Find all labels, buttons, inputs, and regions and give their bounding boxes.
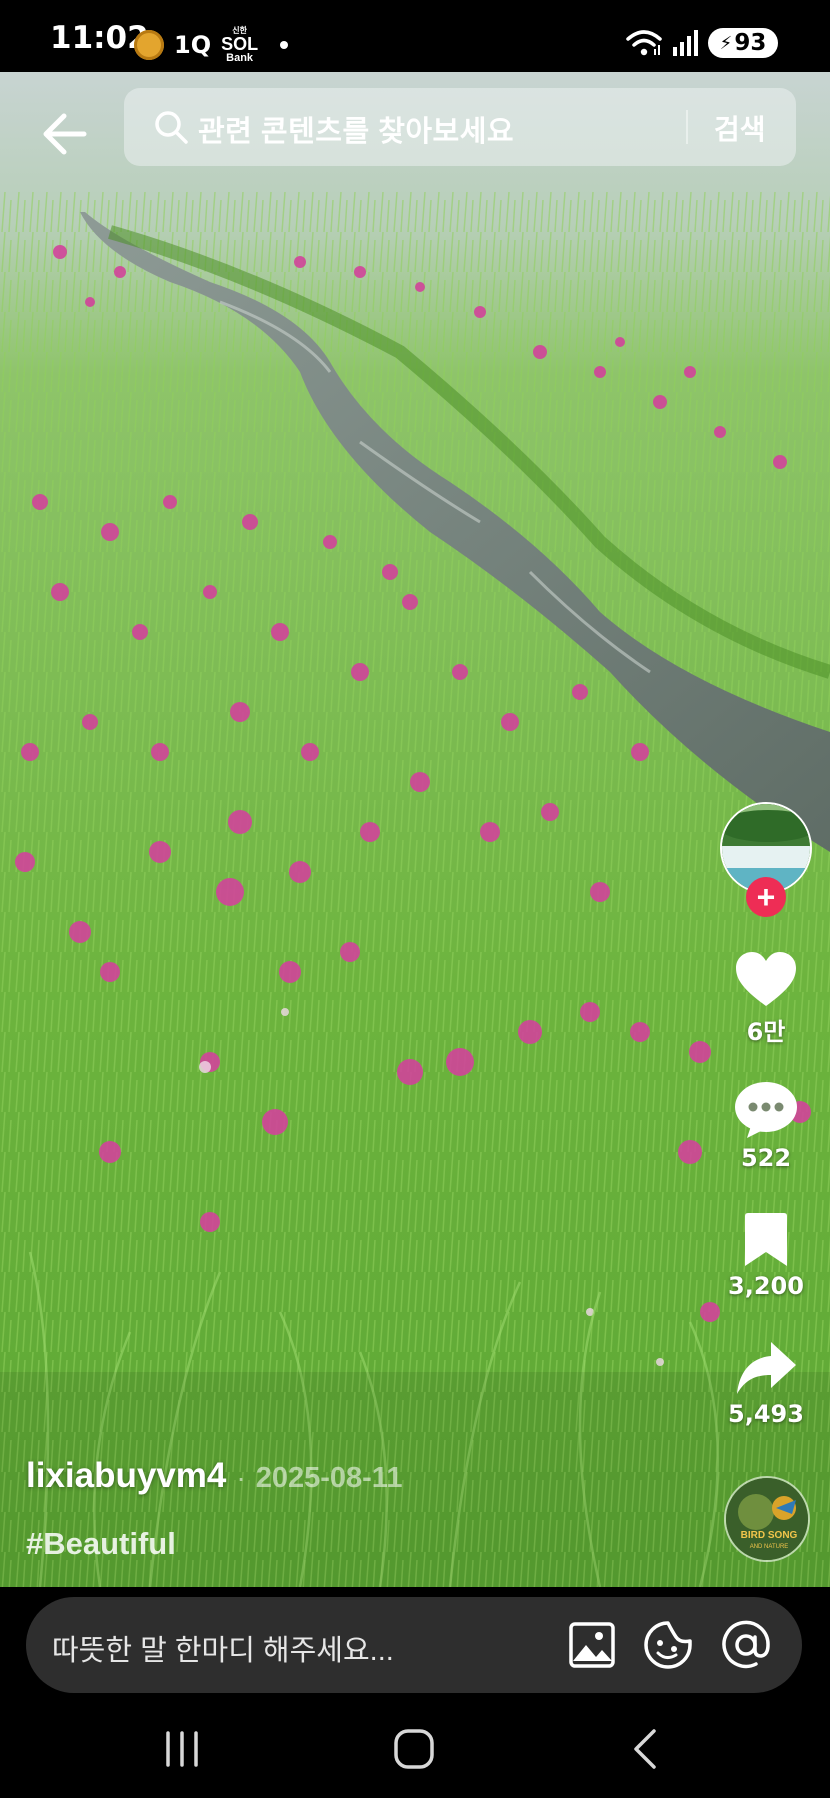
battery-level: 93	[734, 30, 767, 56]
bank-app-icon: 신한 SOL Bank	[221, 26, 258, 64]
post-meta: lixiabuyvm4 · 2025-08-11	[26, 1456, 402, 1496]
share-count: 5,493	[728, 1400, 804, 1428]
share-button[interactable]: 5,493	[720, 1340, 812, 1428]
follow-button[interactable]: +	[746, 877, 786, 917]
home-icon[interactable]	[384, 1725, 444, 1773]
sound-disc-subtitle: AND NATURE	[750, 1544, 789, 1550]
search-icon	[155, 111, 188, 144]
back-arrow-icon[interactable]	[36, 104, 96, 164]
sound-cover-image: BIRD SONG AND NATURE	[726, 1478, 808, 1560]
comment-placeholder: 따뜻한 말 한마디 해주세요...	[52, 1635, 394, 1667]
charging-bolt-icon: ⚡	[719, 32, 733, 54]
save-button[interactable]: 3,200	[720, 1212, 812, 1300]
search-button[interactable]: 검색	[714, 108, 766, 148]
status-bar: 11:02 1Q 신한 SOL Bank ⚡ 93	[0, 0, 830, 72]
coin-app-icon	[134, 30, 164, 60]
video-player[interactable]: 관련 콘텐츠를 찾아보세요 검색 + 6만 522 3,200 5,493 BI…	[0, 72, 830, 1587]
like-button[interactable]: 6만	[720, 950, 812, 1047]
bank-label-sub: Bank	[226, 52, 254, 64]
heart-icon	[736, 952, 796, 1006]
share-arrow-icon	[737, 1342, 796, 1394]
comment-bubble-icon	[735, 1082, 797, 1138]
app-notification-icon: 1Q	[174, 31, 212, 59]
image-attach-icon[interactable]	[566, 1619, 618, 1671]
recent-apps-icon[interactable]	[152, 1725, 212, 1773]
sound-disc[interactable]: BIRD SONG AND NATURE	[724, 1476, 810, 1562]
bank-label-big: SOL	[221, 34, 259, 54]
mention-at-icon[interactable]	[720, 1619, 772, 1671]
sticker-icon[interactable]	[642, 1619, 694, 1671]
bookmark-icon	[745, 1213, 787, 1266]
comment-count: 522	[740, 1144, 792, 1172]
system-nav-bar	[0, 1697, 830, 1798]
search-input[interactable]: 관련 콘텐츠를 찾아보세요 검색	[124, 88, 796, 166]
back-nav-icon[interactable]	[616, 1725, 676, 1773]
search-placeholder: 관련 콘텐츠를 찾아보세요	[198, 116, 515, 148]
like-count: 6만	[746, 1018, 786, 1046]
sound-disc-title: BIRD SONG	[741, 1530, 798, 1541]
video-frame-meadow-stream	[0, 72, 830, 1587]
battery-icon: ⚡ 93	[708, 28, 778, 58]
meta-separator: ·	[236, 1462, 246, 1493]
author-name[interactable]: lixiabuyvm4	[26, 1456, 226, 1496]
hashtag-link[interactable]: #Beautiful	[26, 1526, 176, 1562]
comment-button[interactable]: 522	[720, 1080, 812, 1172]
system-status-icons: ⚡ 93	[626, 28, 778, 58]
wifi-icon	[626, 30, 662, 56]
post-date: 2025-08-11	[255, 1462, 403, 1494]
save-count: 3,200	[728, 1272, 804, 1300]
more-notifications-dot-icon	[280, 41, 289, 49]
comment-bar: 따뜻한 말 한마디 해주세요...	[0, 1587, 830, 1697]
search-divider	[686, 110, 688, 144]
signal-icon	[673, 30, 698, 56]
comment-input[interactable]: 따뜻한 말 한마디 해주세요...	[26, 1597, 802, 1693]
notification-icons: 1Q 신한 SOL Bank	[134, 26, 289, 64]
